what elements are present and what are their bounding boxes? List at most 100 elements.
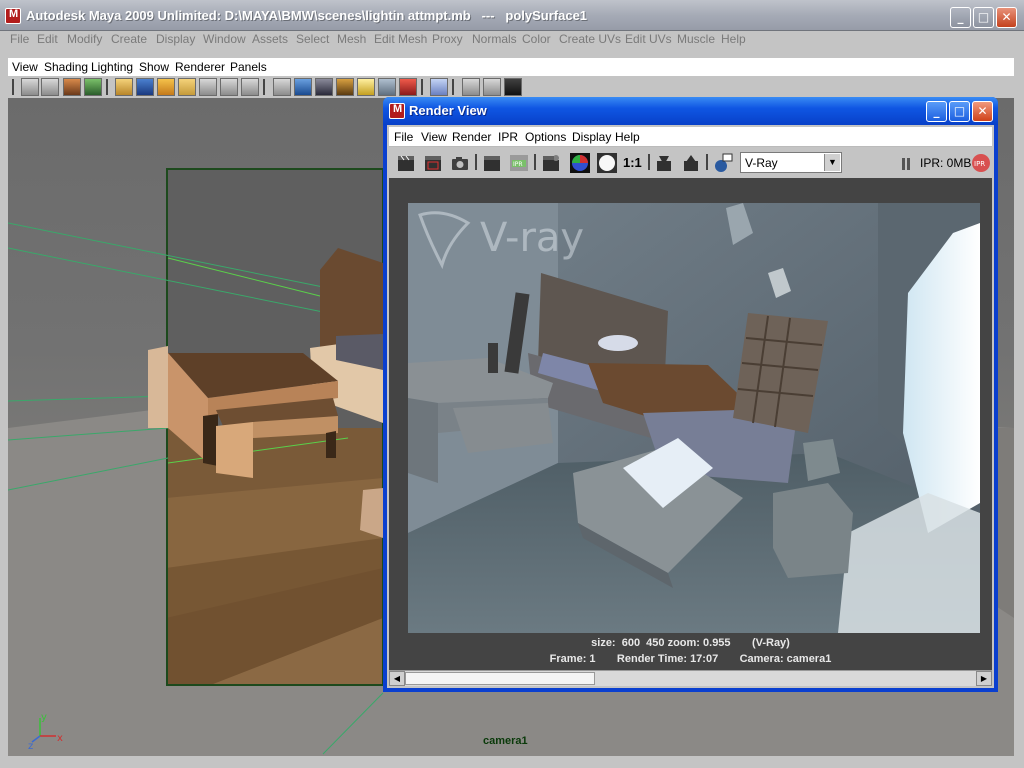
menu-create[interactable]: Create xyxy=(111,32,147,46)
panel-menu-show[interactable]: Show xyxy=(139,60,169,74)
rv-menu-help[interactable]: Help xyxy=(615,130,640,144)
camera-attributes-icon[interactable] xyxy=(41,78,59,96)
display-render-globals-icon[interactable] xyxy=(711,152,733,174)
render-region-icon[interactable] xyxy=(422,152,444,174)
remove-image-icon[interactable] xyxy=(680,152,702,174)
side-slab xyxy=(148,346,168,428)
menu-help[interactable]: Help xyxy=(721,32,746,46)
scroll-left-icon[interactable]: ◀ xyxy=(389,671,405,686)
snapshot-camera-icon[interactable] xyxy=(449,152,471,174)
safe-title-icon[interactable] xyxy=(241,78,259,96)
xray-icon[interactable] xyxy=(462,78,480,96)
alpha-channel-icon[interactable] xyxy=(596,152,618,174)
maya-app-icon[interactable] xyxy=(5,8,21,24)
close-button[interactable]: ✕ xyxy=(996,7,1017,28)
rv-menu-display[interactable]: Display xyxy=(572,130,611,144)
film-gate-icon[interactable] xyxy=(136,78,154,96)
toolbar-separator xyxy=(648,154,650,170)
panel-menu-shading[interactable]: Shading xyxy=(44,60,88,74)
toolbar-separator xyxy=(475,154,477,170)
render-view-menubar: File View Render IPR Options Display Hel… xyxy=(389,127,992,147)
main-titlebar[interactable]: Autodesk Maya 2009 Unlimited: D:\MAYA\BM… xyxy=(0,0,1024,31)
menu-file[interactable]: File xyxy=(10,32,29,46)
menu-select[interactable]: Select xyxy=(296,32,329,46)
panel-menu-lighting[interactable]: Lighting xyxy=(91,60,133,74)
keep-image-icon[interactable] xyxy=(653,152,675,174)
shadows-icon[interactable] xyxy=(378,78,396,96)
maximize-button[interactable]: □ xyxy=(973,7,994,28)
menu-proxy[interactable]: Proxy xyxy=(432,32,463,46)
menu-window[interactable]: Window xyxy=(203,32,246,46)
rv-menu-ipr[interactable]: IPR xyxy=(498,130,518,144)
render-size-info: size: 600 450 zoom: 0.955 (V-Ray) xyxy=(591,637,790,649)
menu-color[interactable]: Color xyxy=(522,32,551,46)
render-view-window: Render View _ □ ✕ File View Render IPR O… xyxy=(383,97,998,692)
axis-z-label: z xyxy=(28,741,33,750)
menu-edit[interactable]: Edit xyxy=(37,32,58,46)
menu-edit-uvs[interactable]: Edit UVs xyxy=(625,32,672,46)
rv-close-button[interactable]: ✕ xyxy=(972,101,993,122)
stool-side xyxy=(216,422,253,478)
rv-maximize-button[interactable]: □ xyxy=(949,101,970,122)
image-plane-icon[interactable] xyxy=(84,78,102,96)
render-clapper-icon[interactable] xyxy=(395,152,417,174)
isolate-select-icon[interactable] xyxy=(430,78,448,96)
safe-action-icon[interactable] xyxy=(220,78,238,96)
maya-app-icon[interactable] xyxy=(389,103,405,119)
menu-modify[interactable]: Modify xyxy=(67,32,102,46)
maya-main-window: Autodesk Maya 2009 Unlimited: D:\MAYA\BM… xyxy=(0,0,1024,768)
panel-menu-renderer[interactable]: Renderer xyxy=(175,60,225,74)
rv-menu-options[interactable]: Options xyxy=(525,130,566,144)
main-window-title: Autodesk Maya 2009 Unlimited: D:\MAYA\BM… xyxy=(26,8,588,23)
wireframe-icon[interactable] xyxy=(273,78,291,96)
toolbar-separator xyxy=(263,79,265,95)
menu-edit-mesh[interactable]: Edit Mesh xyxy=(374,32,427,46)
rgb-channels-icon[interactable] xyxy=(569,152,591,174)
viewport-camera-label: camera1 xyxy=(483,735,528,747)
use-lights-icon[interactable] xyxy=(357,78,375,96)
bookmark-icon[interactable] xyxy=(63,78,81,96)
panel-menu-panels[interactable]: Panels xyxy=(230,60,267,74)
menu-normals[interactable]: Normals xyxy=(472,32,517,46)
field-chart-icon[interactable] xyxy=(199,78,217,96)
toolbar-separator xyxy=(12,79,14,95)
gate-mask-icon[interactable] xyxy=(178,78,196,96)
scrollbar-thumb[interactable] xyxy=(405,672,595,685)
grid-icon[interactable] xyxy=(115,78,133,96)
render-canvas[interactable]: V-ray size: 600 450 zoom: 0.955 (V-Ray) … xyxy=(389,178,992,682)
rv-menu-file[interactable]: File xyxy=(394,130,413,144)
high-quality-icon[interactable] xyxy=(399,78,417,96)
menu-display[interactable]: Display xyxy=(156,32,195,46)
menu-muscle[interactable]: Muscle xyxy=(677,32,715,46)
menu-mesh[interactable]: Mesh xyxy=(337,32,366,46)
horizontal-scrollbar[interactable]: ◀ ▶ xyxy=(389,670,992,686)
axis-x-label: x xyxy=(57,733,63,744)
panel-menu-view[interactable]: View xyxy=(12,60,38,74)
ipr-render-icon[interactable]: IPR xyxy=(508,152,530,174)
textured-icon[interactable] xyxy=(336,78,354,96)
rv-minimize-button[interactable]: _ xyxy=(926,101,947,122)
smooth-shade-icon[interactable] xyxy=(294,78,312,96)
chevron-down-icon[interactable]: ▼ xyxy=(824,154,840,171)
xray-joints-icon[interactable] xyxy=(483,78,501,96)
render-nightstand-side xyxy=(408,398,438,483)
rv-menu-render[interactable]: Render xyxy=(452,130,491,144)
pause-icon[interactable] xyxy=(895,153,917,175)
minimize-button[interactable]: _ xyxy=(950,7,971,28)
scroll-right-icon[interactable]: ▶ xyxy=(976,671,992,686)
render-sequence-icon[interactable] xyxy=(481,152,503,174)
render-settings-icon[interactable] xyxy=(540,152,562,174)
ipr-refresh-icon[interactable]: IPR xyxy=(970,152,992,174)
render-view-titlebar[interactable]: Render View _ □ ✕ xyxy=(383,97,998,125)
rv-menu-view[interactable]: View xyxy=(421,130,447,144)
renderer-dropdown[interactable]: V-Ray ▼ xyxy=(740,152,842,173)
backface-icon[interactable] xyxy=(504,78,522,96)
menu-assets[interactable]: Assets xyxy=(252,32,288,46)
wireframe-on-shaded-icon[interactable] xyxy=(315,78,333,96)
menu-create-uvs[interactable]: Create UVs xyxy=(559,32,621,46)
render-view-toolbar: IPR 1:1 V-Ray ▼ IPR: 0MB IPR xyxy=(389,149,992,177)
real-size-button[interactable]: 1:1 xyxy=(623,152,645,174)
resolution-gate-icon[interactable] xyxy=(157,78,175,96)
ipr-memory-label: IPR: 0MB xyxy=(920,156,972,170)
camera-select-icon[interactable] xyxy=(21,78,39,96)
